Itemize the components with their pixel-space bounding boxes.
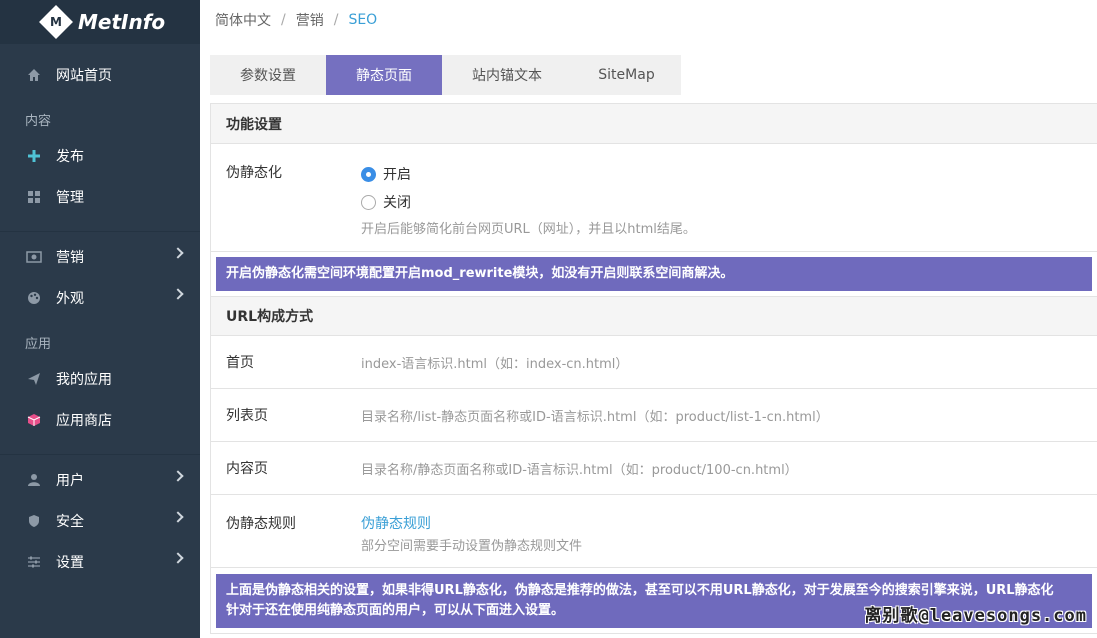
sidebar-item-appearance[interactable]: 外观	[0, 277, 200, 318]
radio-on[interactable]: 开启	[361, 160, 696, 188]
sliders-icon	[26, 554, 42, 570]
sidebar-item-users[interactable]: 用户	[0, 459, 200, 500]
radio-checked-icon	[361, 166, 376, 182]
chevron-right-icon	[172, 552, 184, 564]
breadcrumb-current: SEO	[348, 12, 378, 28]
breadcrumb-marketing[interactable]: 营销	[296, 10, 324, 30]
sidebar-item-label: 我的应用	[56, 371, 112, 388]
notice-mod-rewrite: 开启伪静态化需空间环境配置开启mod_rewrite模块，如没有开启则联系空间商…	[216, 257, 1092, 291]
url-rule-label: 伪静态规则	[226, 516, 296, 532]
breadcrumb-lang[interactable]: 简体中文	[215, 10, 271, 30]
sidebar-item-label: 用户	[56, 472, 84, 489]
url-content-label: 内容页	[226, 461, 268, 477]
url-content-value: 目录名称/静态页面名称或ID-语言标识.html（如：product/100-c…	[361, 462, 798, 478]
breadcrumb-separator: /	[333, 12, 339, 28]
pseudo-static-row: 伪静态化 开启 关闭 开启后能够简化前台网页URL（网址），并且以html结尾。	[211, 144, 1097, 252]
sidebar-item-app-store[interactable]: 应用商店	[0, 399, 200, 440]
sidebar-item-settings[interactable]: 设置	[0, 541, 200, 582]
home-icon	[26, 67, 42, 83]
pseudo-static-label: 伪静态化	[226, 165, 282, 181]
url-content-row: 内容页 目录名称/静态页面名称或ID-语言标识.html（如：product/1…	[211, 442, 1097, 495]
shield-icon	[26, 513, 42, 529]
money-icon	[26, 249, 42, 265]
sidebar-item-marketing[interactable]: 营销	[0, 236, 200, 277]
url-home-label: 首页	[226, 355, 254, 371]
sidebar-section-apps: 应用	[25, 337, 52, 352]
url-rule-row: 伪静态规则 伪静态规则 部分空间需要手动设置伪静态规则文件	[211, 495, 1097, 568]
sidebar-item-label: 网站首页	[56, 67, 112, 84]
sidebar-item-home[interactable]: 网站首页	[0, 54, 200, 95]
watermark: 离别歌@leavesongs.com	[864, 606, 1087, 626]
breadcrumb: 简体中文 / 营销 / SEO	[200, 0, 1097, 40]
sidebar-item-label: 营销	[56, 249, 84, 266]
sidebar-item-my-apps[interactable]: 我的应用	[0, 358, 200, 399]
chevron-right-icon	[172, 288, 184, 300]
grid-icon	[26, 189, 42, 205]
tab-static-pages[interactable]: 静态页面	[326, 55, 442, 95]
url-home-value: index-语言标识.html（如：index-cn.html）	[361, 356, 629, 372]
notice-static-url-line1: 上面是伪静态相关的设置，如果非得URL静态化，伪静态是推荐的做法，甚至可以不用U…	[226, 583, 1054, 598]
logo-icon: M	[39, 5, 73, 39]
url-list-value: 目录名称/list-静态页面名称或ID-语言标识.html（如：product/…	[361, 409, 829, 425]
plus-icon	[26, 148, 42, 164]
url-list-label: 列表页	[226, 408, 268, 424]
pseudo-static-hint: 开启后能够简化前台网页URL（网址），并且以html结尾。	[361, 222, 696, 237]
logo[interactable]: M MetInfo	[0, 0, 200, 44]
chevron-right-icon	[172, 511, 184, 523]
chevron-right-icon	[172, 247, 184, 259]
sidebar-item-label: 设置	[56, 554, 84, 571]
url-home-row: 首页 index-语言标识.html（如：index-cn.html）	[211, 336, 1097, 389]
section-heading-feature: 功能设置	[211, 104, 1097, 144]
user-icon	[26, 472, 42, 488]
sidebar-item-label: 安全	[56, 513, 84, 530]
section-heading-url: URL构成方式	[211, 296, 1097, 336]
palette-icon	[26, 290, 42, 306]
sidebar-section-content: 内容	[25, 114, 52, 129]
tab-bar: 参数设置 静态页面 站内锚文本 SiteMap	[210, 55, 681, 95]
radio-on-label: 开启	[383, 167, 411, 183]
sidebar-item-publish[interactable]: 发布	[0, 135, 200, 176]
sidebar-item-label: 发布	[56, 148, 84, 165]
sidebar-item-label: 应用商店	[56, 412, 112, 429]
url-list-row: 列表页 目录名称/list-静态页面名称或ID-语言标识.html（如：prod…	[211, 389, 1097, 442]
paper-plane-icon	[26, 371, 42, 387]
sidebar: M MetInfo 网站首页 内容 发布 管理 营销 外观 应用 我的应用 应用…	[0, 0, 200, 638]
radio-off[interactable]: 关闭	[361, 188, 696, 216]
sidebar-item-security[interactable]: 安全	[0, 500, 200, 541]
logo-text: MetInfo	[78, 10, 166, 34]
radio-unchecked-icon	[361, 194, 376, 210]
tab-params[interactable]: 参数设置	[210, 55, 326, 95]
chevron-right-icon	[172, 470, 184, 482]
tab-anchor-text[interactable]: 站内锚文本	[442, 55, 572, 95]
breadcrumb-separator: /	[281, 12, 286, 28]
sidebar-item-label: 管理	[56, 189, 84, 206]
settings-panel: 功能设置 伪静态化 开启 关闭 开启后能够简化前台网页URL（网址），并且以ht…	[210, 103, 1097, 634]
rewrite-rules-link[interactable]: 伪静态规则	[361, 516, 431, 532]
radio-off-label: 关闭	[383, 195, 411, 211]
sidebar-item-manage[interactable]: 管理	[0, 176, 200, 217]
tab-sitemap[interactable]: SiteMap	[572, 55, 681, 95]
cube-icon	[26, 412, 42, 428]
sidebar-item-label: 外观	[56, 290, 84, 307]
rewrite-rules-hint: 部分空间需要手动设置伪静态规则文件	[361, 539, 583, 554]
